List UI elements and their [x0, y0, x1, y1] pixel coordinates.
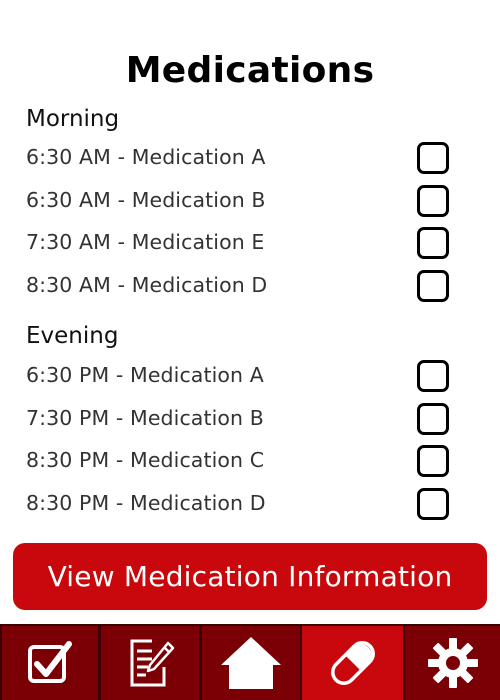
list-item: 8:30 PM - Medication C	[0, 440, 500, 483]
medication-label: 7:30 PM - Medication B	[26, 405, 264, 430]
medication-label: 6:30 AM - Medication B	[26, 187, 266, 212]
pill-icon	[330, 641, 375, 685]
page-title: Medications	[125, 50, 375, 91]
list-item: 7:30 AM - Medication E	[0, 222, 500, 265]
medication-checkbox[interactable]	[417, 487, 449, 520]
bottom-nav	[0, 624, 500, 700]
evening-medication-list: 6:30 PM - Medication A 7:30 PM - Medicat…	[0, 355, 500, 525]
medication-checkbox[interactable]	[417, 184, 449, 217]
nav-item-medications[interactable]	[302, 626, 403, 700]
medication-label: 6:30 AM - Medication A	[26, 145, 266, 169]
section-heading-evening: Evening	[26, 323, 119, 349]
list-item: 7:30 PM - Medication B	[0, 398, 500, 441]
medication-checkbox[interactable]	[417, 445, 449, 477]
medication-checkbox[interactable]	[417, 360, 449, 392]
nav-item-notes[interactable]	[101, 626, 199, 700]
medication-label: 8:30 AM - Medication D	[26, 272, 268, 297]
nav-item-home[interactable]	[202, 626, 300, 700]
list-item: 6:30 PM - Medication A	[0, 355, 500, 398]
gear-icon	[427, 638, 478, 688]
nav-item-checklist[interactable]	[2, 626, 98, 700]
nav-item-settings[interactable]	[405, 626, 500, 700]
medication-checkbox[interactable]	[417, 142, 449, 174]
section-heading-morning: Morning	[26, 106, 120, 132]
medication-label: 8:30 PM - Medication D	[26, 490, 266, 515]
view-medication-information-button[interactable]: View Medication Information	[13, 543, 487, 610]
medication-checkbox[interactable]	[417, 402, 449, 435]
list-item: 6:30 AM - Medication B	[0, 180, 500, 223]
morning-medication-list: 6:30 AM - Medication A 6:30 AM - Medicat…	[0, 137, 500, 307]
list-item: 8:30 PM - Medication D	[0, 483, 500, 526]
medication-checkbox[interactable]	[417, 269, 449, 302]
notes-icon	[130, 639, 175, 687]
medication-label: 6:30 PM - Medication A	[26, 363, 264, 387]
medication-label: 8:30 PM - Medication C	[26, 448, 265, 472]
list-item: 8:30 AM - Medication D	[0, 265, 500, 308]
medication-label: 7:30 AM - Medication E	[26, 230, 265, 254]
medication-checkbox[interactable]	[417, 227, 449, 259]
checklist-icon	[28, 641, 72, 683]
list-item: 6:30 AM - Medication A	[0, 137, 500, 180]
home-icon	[221, 637, 281, 689]
